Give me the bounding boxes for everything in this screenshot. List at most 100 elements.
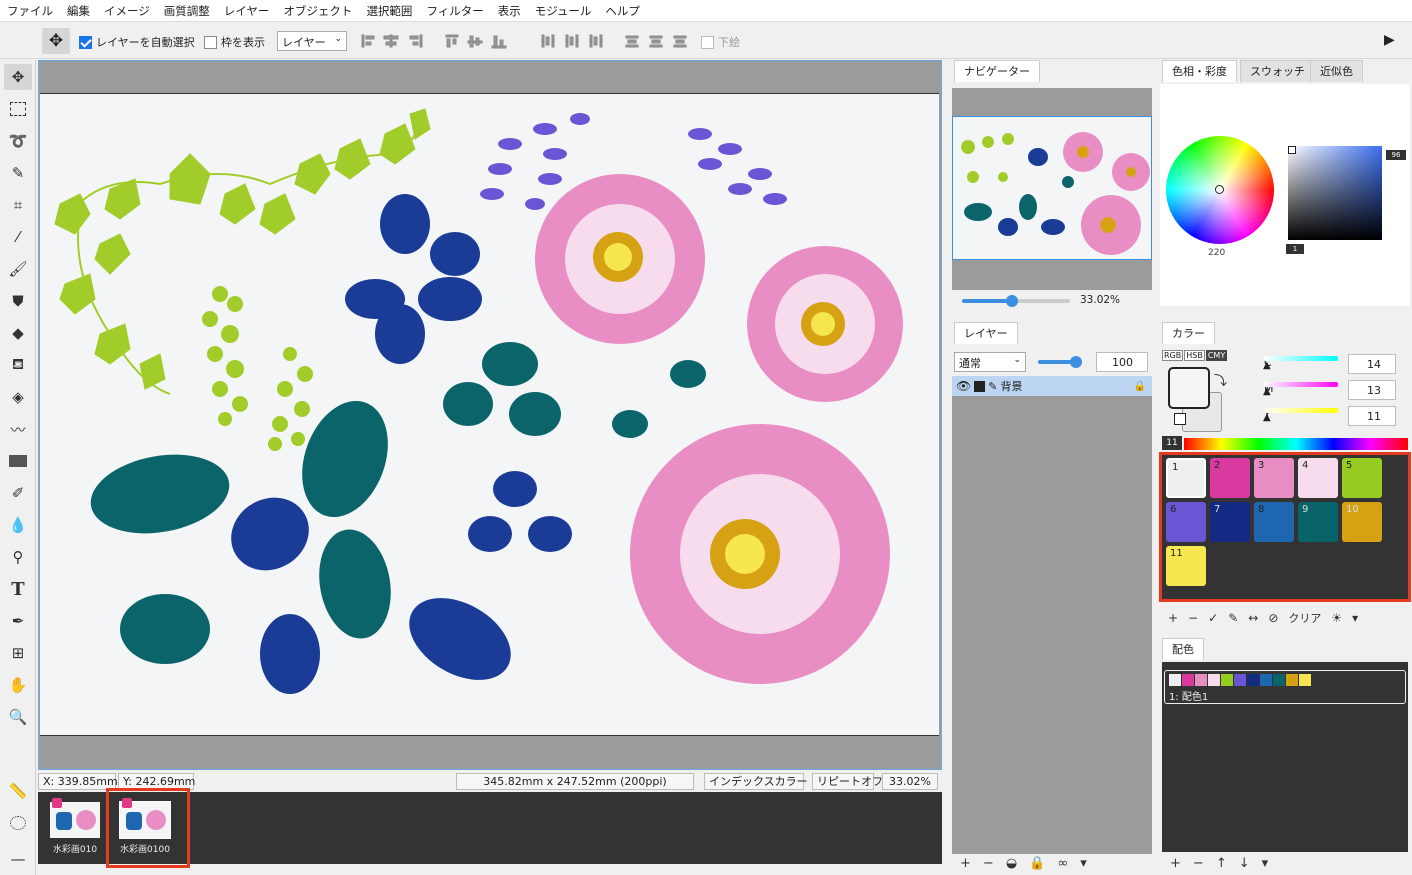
magic-wand-icon[interactable]: ✎ (4, 160, 32, 186)
mode-cmy-button[interactable]: CMY (1205, 350, 1228, 361)
remove-scheme-icon[interactable]: − (1193, 856, 1204, 871)
menu-item[interactable]: モジュール (528, 0, 599, 22)
move-tool-icon[interactable]: ✥ (4, 64, 32, 90)
navigator-zoom-slider[interactable] (962, 295, 1070, 307)
dodge-icon[interactable]: ⚲ (4, 544, 32, 570)
menu-item[interactable]: レイヤー (217, 0, 277, 22)
remove-swatch-icon[interactable]: − (1188, 611, 1198, 625)
saturation-brightness-square[interactable] (1288, 146, 1382, 240)
move-up-icon[interactable]: ↑ (1216, 856, 1227, 871)
tab-swatches[interactable]: スウォッチ (1240, 60, 1315, 82)
swap-icon[interactable]: ↔ (1248, 611, 1258, 625)
delete-layer-icon[interactable]: − (983, 856, 994, 871)
menu-arrow-icon[interactable]: ▾ (1262, 856, 1269, 871)
mode-hsb-button[interactable]: HSB (1184, 350, 1205, 361)
blend-mode-select[interactable]: 通常 ⌄ (954, 352, 1026, 372)
add-layer-icon[interactable]: + (960, 856, 971, 871)
auto-select-checkbox[interactable]: レイヤーを自動選択 (79, 34, 195, 50)
slider-marker-icon[interactable]: ▲ (1263, 412, 1271, 423)
move-down-icon[interactable]: ↓ (1239, 856, 1250, 871)
ruler-icon[interactable]: 📏 (4, 778, 32, 804)
menu-item[interactable]: 編集 (60, 0, 97, 22)
menu-item[interactable]: 表示 (491, 0, 528, 22)
y-input[interactable]: 11 (1348, 406, 1396, 426)
zoom-icon[interactable]: 🔍 (4, 704, 32, 730)
navigator-preview[interactable] (952, 88, 1152, 290)
crop-icon[interactable]: ⌗ (4, 192, 32, 218)
menu-arrow-icon[interactable]: ▾ (1080, 856, 1087, 871)
collapse-icon[interactable]: — (4, 846, 32, 872)
tab-layers[interactable]: レイヤー (954, 322, 1018, 344)
tab-hue-saturation[interactable]: 色相・彩度 (1162, 60, 1237, 82)
reset-colors-icon[interactable] (1174, 413, 1186, 425)
mode-rgb-button[interactable]: RGB (1162, 350, 1184, 361)
edit-icon[interactable]: ✎ (1228, 611, 1238, 625)
add-swatch-icon[interactable]: + (1168, 611, 1178, 625)
eraser-icon[interactable]: ◆ (4, 320, 32, 346)
spectrum-bar[interactable] (1184, 438, 1408, 450)
document-thumb[interactable]: 水彩画010 (40, 796, 110, 858)
eyedropper-icon[interactable]: ⁄ (4, 224, 32, 250)
c-input[interactable]: 14 (1348, 354, 1396, 374)
eye-icon[interactable]: 👁 (956, 379, 971, 393)
menu-item[interactable]: 選択範囲 (359, 0, 419, 22)
m-input[interactable]: 13 (1348, 380, 1396, 400)
menu-item[interactable]: 画質調整 (157, 0, 217, 22)
menu-item[interactable]: イメージ (97, 0, 157, 22)
tab-color-scheme[interactable]: 配色 (1162, 638, 1204, 660)
scheme-item[interactable]: 1: 配色1 (1164, 670, 1406, 704)
shape-icon[interactable] (4, 448, 32, 474)
slider-marker-icon[interactable]: ▲ (1263, 360, 1271, 371)
tab-navigator[interactable]: ナビゲーター (954, 60, 1040, 82)
check-icon[interactable]: ✓ (1208, 611, 1218, 625)
lasso-icon[interactable]: ➰ (4, 128, 32, 154)
menu-arrow-icon[interactable]: ▾ (1352, 611, 1358, 625)
hand-icon[interactable]: ✋ (4, 672, 32, 698)
color-mode-button[interactable]: インデックスカラー (704, 773, 808, 790)
add-scheme-icon[interactable]: + (1170, 856, 1181, 871)
lock-layer-icon[interactable]: 🔒 (1029, 856, 1045, 871)
mask-icon[interactable]: ◒ (1006, 856, 1017, 871)
menu-item[interactable]: フィルター (419, 0, 490, 22)
repeat-button[interactable]: リピートオフ (812, 773, 883, 790)
gradient-fill-icon[interactable]: ◈ (4, 384, 32, 410)
link-icon[interactable]: ∞ (1057, 856, 1068, 871)
transform-icon[interactable]: ⊞ (4, 640, 32, 666)
layer-row[interactable]: 👁 ✎ 背景 🔒 (952, 376, 1152, 396)
m-slider[interactable] (1264, 382, 1338, 387)
text-tool-icon[interactable]: T (4, 576, 32, 602)
lock-icon[interactable]: 🔒 (1134, 381, 1146, 392)
pen-icon[interactable]: ✒ (4, 608, 32, 634)
brush-icon[interactable]: 🖌 (4, 256, 32, 282)
target-select[interactable]: レイヤー ⌄ (277, 31, 347, 51)
text-brush-icon[interactable]: ✐ (4, 480, 32, 506)
foreground-color-well[interactable] (1168, 367, 1210, 409)
menu-item[interactable]: ファイル (0, 0, 60, 22)
fill-icon[interactable]: ⛾ (4, 352, 32, 378)
quick-mask-icon[interactable] (4, 810, 32, 836)
hue-marker[interactable] (1215, 185, 1224, 194)
settings-icon[interactable]: ☀ (1331, 611, 1342, 625)
slider-marker-icon[interactable]: ▲ (1263, 386, 1271, 397)
hue-wheel[interactable] (1166, 136, 1274, 244)
sb-marker[interactable] (1288, 146, 1296, 154)
slider-handle[interactable] (1006, 295, 1018, 307)
tab-color[interactable]: カラー (1162, 322, 1215, 344)
move-tool-preset-icon[interactable]: ✥ (42, 28, 70, 54)
wave-icon[interactable]: 〰 (4, 416, 32, 442)
blur-drop-icon[interactable]: 💧 (4, 512, 32, 538)
rect-select-icon[interactable] (4, 96, 32, 122)
opacity-input[interactable]: 100 (1096, 352, 1148, 372)
y-slider[interactable] (1264, 408, 1338, 413)
stamp-icon[interactable]: ⛊ (4, 288, 32, 314)
c-slider[interactable] (1264, 356, 1338, 361)
clear-button[interactable]: クリア (1288, 610, 1321, 626)
tab-similar-colors[interactable]: 近似色 (1310, 60, 1363, 82)
menu-item[interactable]: ヘルプ (598, 0, 647, 22)
document-canvas[interactable] (40, 93, 939, 736)
zoom-level[interactable]: 33.02% (882, 773, 938, 790)
bottom-layer-checkbox[interactable]: 下絵 (701, 34, 740, 50)
slider-handle[interactable] (1070, 356, 1082, 368)
align-buttons[interactable] (360, 33, 700, 49)
expand-arrow-icon[interactable]: ▶ (1384, 32, 1395, 48)
